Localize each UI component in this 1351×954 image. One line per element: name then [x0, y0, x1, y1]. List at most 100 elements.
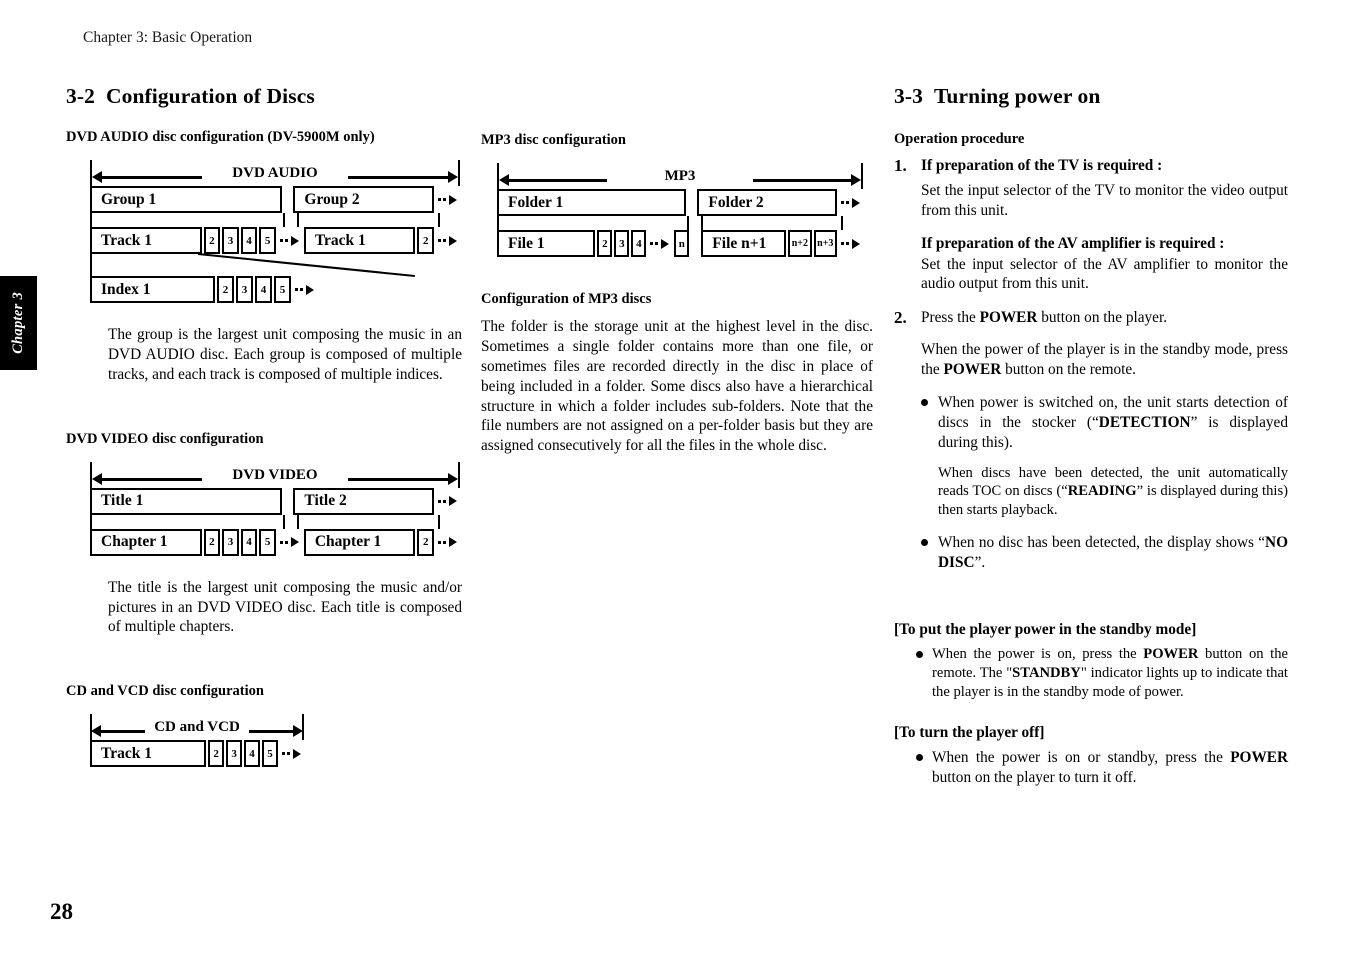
step-1-sub-heading: If preparation of the AV amplifier is re…: [921, 234, 1225, 252]
file-num-cell: 3: [614, 230, 630, 257]
dvd-audio-connector-1: [90, 213, 460, 227]
file-num-cell: 4: [631, 230, 647, 257]
standby-block: [To put the player power in the standby …: [894, 621, 1288, 702]
folder-continue-arrow: [841, 189, 860, 216]
chapter-num-cell: 3: [222, 528, 239, 556]
cd-track-continue-arrow: [282, 740, 301, 767]
chapter-1-cell-b: Chapter 1: [303, 528, 416, 556]
file-num-cell: 2: [597, 230, 613, 257]
mp3-diagram: MP3 Folder 1 Folder 2 File 1 2 3 4 n Fil…: [497, 163, 863, 257]
connector-tick: [297, 514, 299, 529]
connector-tick: [283, 514, 285, 529]
step-1-body: Set the input selector of the TV to moni…: [921, 181, 1288, 219]
file-continue-arrow-b: [841, 230, 860, 257]
mp3-heading: MP3 disc configuration: [481, 132, 626, 148]
index-num-cell: 2: [217, 276, 234, 303]
track-continue-arrow-b: [438, 227, 457, 254]
folder-gap: [686, 189, 698, 216]
step-2-lead-b: button on the player.: [1037, 309, 1168, 327]
connector-tick: [497, 216, 499, 230]
bullet-icon: [921, 398, 928, 406]
running-head: Chapter 3: Basic Operation: [83, 29, 253, 46]
dvd-audio-track-row: Track 1 2 3 4 5 Track 1 2: [90, 227, 460, 254]
file-num-cell-b: n+3: [813, 230, 837, 257]
dvd-audio-index-row: Index 1 2 3 4 5: [90, 276, 460, 303]
file-num-cell-b: n+2: [788, 230, 812, 257]
step-2-para-b: button on the remote.: [1001, 361, 1136, 378]
connector-tick: [438, 514, 440, 529]
reading-label: READING: [1067, 483, 1137, 500]
track-num-cell: 3: [222, 227, 239, 254]
step-1-sub-body: Set the input selector of the AV amplifi…: [921, 255, 1288, 293]
bullet-2-a: When no disc has been detected, the disp…: [938, 534, 1266, 552]
chapter-1-cell-a: Chapter 1: [90, 528, 202, 556]
group-continue-arrow: [438, 186, 457, 213]
turn-off-bullet: When the power is on or standby, press t…: [894, 748, 1288, 788]
track-continue-arrow: [279, 227, 299, 254]
power-label: POWER: [979, 309, 1038, 327]
dvd-video-note: The title is the largest unit composing …: [108, 578, 462, 636]
dvd-audio-span-header: DVD AUDIO: [90, 160, 460, 186]
file-continue-arrow: [650, 230, 670, 257]
chapter-continue-arrow: [279, 529, 299, 556]
track-num-cell: 4: [240, 227, 258, 254]
dvd-video-chapter-row: Chapter 1 2 3 4 5 Chapter 1 2: [90, 528, 460, 556]
step-2-paragraph: When the power of the player is in the s…: [921, 340, 1288, 380]
cd-track-1-cell: Track 1: [90, 740, 207, 768]
dvd-video-span-label: DVD VIDEO: [232, 466, 318, 483]
track-to-index-diagonal: [197, 253, 415, 278]
chapter-num-cell: 4: [240, 528, 258, 556]
turn-off-heading: [To turn the player off]: [894, 724, 1045, 742]
file-n1-cell: File n+1: [701, 230, 787, 257]
index-num-cell: 3: [236, 276, 253, 303]
middle-column: MP3 disc configuration MP3 Folder 1 Fold…: [481, 132, 873, 456]
dvd-video-title-row: Title 1 Title 2: [90, 487, 460, 515]
right-column: 3-3 Turning power on Operation procedure …: [894, 84, 1288, 788]
track-num-cell: 2: [203, 227, 221, 254]
title-continue-arrow: [438, 488, 457, 515]
mp3-span-label: MP3: [664, 168, 696, 184]
turn-off-a: When the power is on or standby, press t…: [932, 749, 1231, 767]
step-1-number: 1.: [894, 156, 907, 175]
bullet-icon: [921, 539, 928, 547]
dvd-audio-connector-2: [90, 253, 460, 278]
step-2-lead: Press the POWER button on the player.: [921, 308, 1288, 328]
connector-tick: [701, 216, 703, 230]
connector-tick: [90, 254, 92, 276]
cd-track-num-cell: 4: [244, 740, 261, 768]
section-title-3-3: 3-3 Turning power on: [894, 84, 1288, 109]
dvd-audio-note: The group is the largest unit composing …: [108, 326, 462, 383]
dvd-audio-heading: DVD AUDIO disc configuration (DV-5900M o…: [66, 129, 375, 145]
connector-tick: [438, 213, 440, 227]
dvd-video-span-header: DVD VIDEO: [90, 461, 460, 488]
step-2-lead-a: Press the: [921, 309, 980, 327]
section-name: Configuration of Discs: [105, 84, 315, 108]
group-gap: [282, 186, 294, 213]
title-1-cell: Title 1: [90, 487, 282, 515]
cd-track-num-cell: 3: [226, 740, 243, 768]
detection-label: DETECTION: [1098, 413, 1191, 431]
step-2-number: 2.: [894, 308, 907, 328]
chapter-tab-label: Chapter 3: [10, 292, 26, 354]
chapter-num-cell: 2: [203, 528, 221, 556]
section-number: 3-3: [894, 84, 923, 108]
step-2-sub-paragraph: When discs have been detected, the unit …: [894, 464, 1288, 521]
chapter-continue-arrow-b: [438, 529, 457, 556]
chapter-num-cell: 5: [259, 528, 276, 556]
dvd-audio-diagram: DVD AUDIO Group 1 Group 2 Track 1 2 3 4 …: [90, 160, 460, 303]
left-column: 3-2 Configuration of Discs DVD AUDIO disc…: [66, 84, 464, 768]
connector-tick: [687, 216, 689, 230]
standby-a: When the power is on, press the: [932, 646, 1144, 663]
bullet-icon: [916, 651, 923, 659]
turn-off-b: button on the player to turn it off.: [932, 768, 1137, 786]
chapter-num-cell-b: 2: [417, 528, 434, 556]
index-continue-arrow: [295, 276, 314, 303]
title-gap: [282, 488, 294, 515]
folder-2-cell: Folder 2: [697, 189, 837, 216]
folder-1-cell: Folder 1: [497, 189, 686, 216]
bullet-2-b: ”.: [974, 554, 986, 572]
file-1-cell: File 1: [497, 230, 596, 257]
power-label: POWER: [1143, 646, 1199, 663]
mp3-config-body: The folder is the storage unit at the hi…: [481, 318, 873, 455]
turn-off-block: [To turn the player off] When the power …: [894, 724, 1288, 788]
